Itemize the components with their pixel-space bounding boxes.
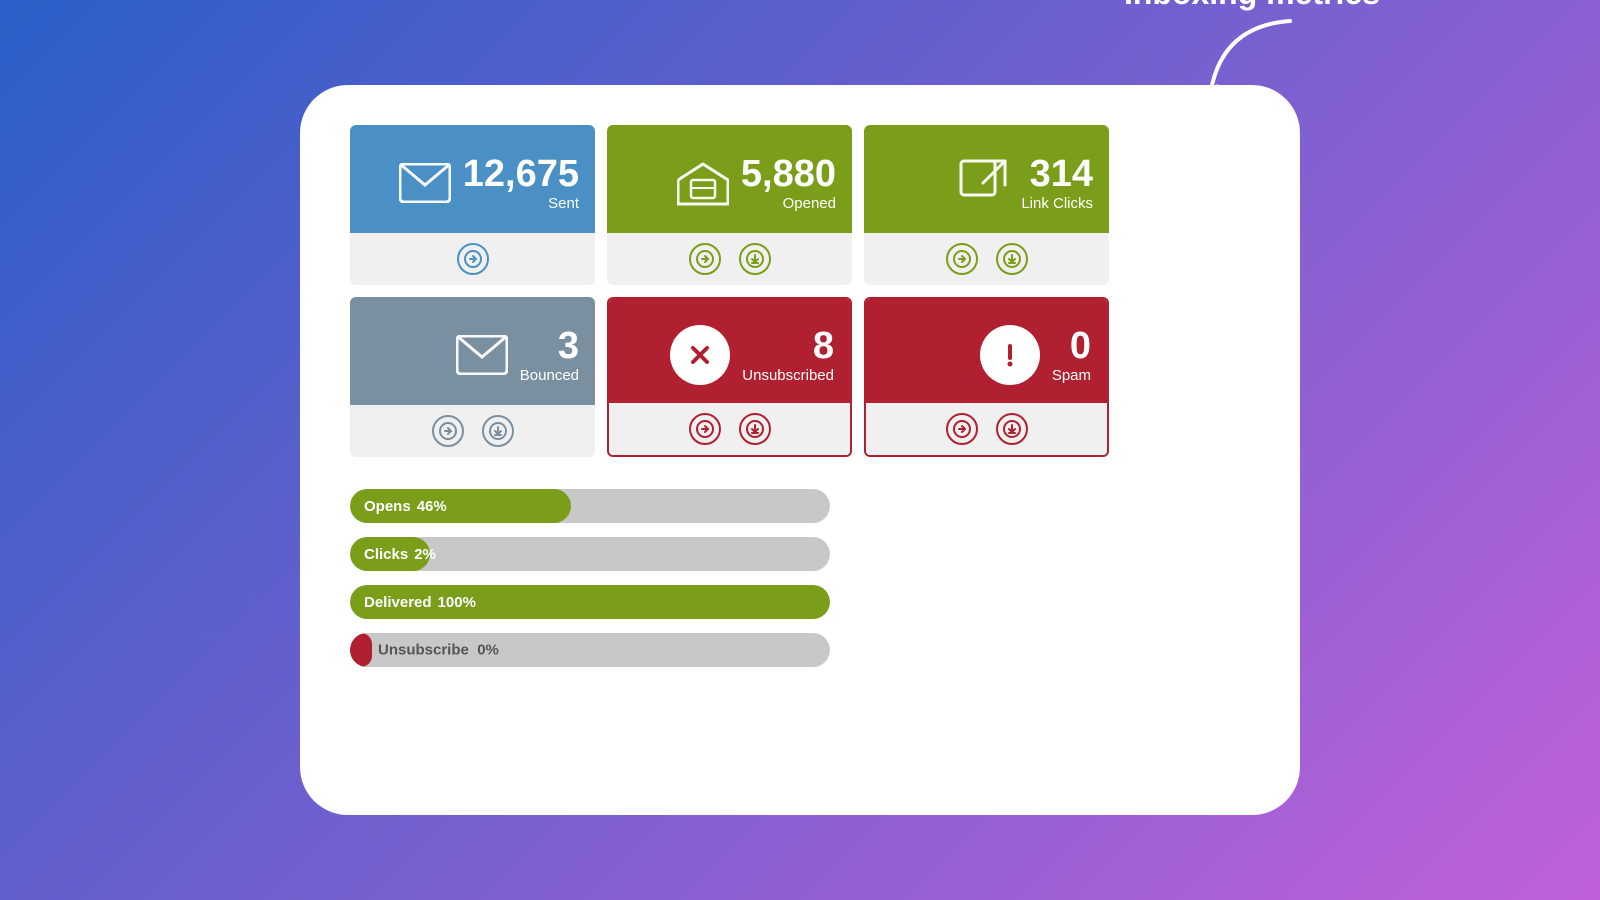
opened-actions [607,233,852,285]
unsubscribed-value: 8 [813,326,834,368]
spam-value: 0 [1070,326,1091,368]
sent-actions [350,233,595,285]
link-clicks-arrow-button[interactable] [946,243,978,275]
bounced-envelope-icon [456,335,508,375]
opened-download-button[interactable] [739,243,771,275]
delivered-label: Delivered [364,594,432,611]
progress-fill-opens: Opens 46% [350,489,571,523]
metric-top-link-clicks: 314 Link Clicks [864,125,1109,233]
metric-card-opened: 5,880 Opened [607,125,852,285]
unsubscribed-arrow-button[interactable] [689,413,721,445]
opens-percent: 46% [417,498,447,515]
opened-value-wrap: 5,880 Opened [741,154,836,213]
circle-x-icon [670,325,730,385]
progress-row-clicks: Clicks 2% [350,537,830,571]
bounced-label: Bounced [520,367,579,384]
link-clicks-actions [864,233,1109,285]
unsubscribe-text: Unsubscribe 0% [378,642,499,659]
spam-arrow-button[interactable] [946,413,978,445]
progress-row-unsubscribe: Unsubscribe 0% [350,633,830,667]
metric-top-bounced: 3 Bounced [350,297,595,405]
sent-value: 12,675 [463,154,579,196]
metric-top-unsubscribed: 8 Unsubscribed [609,299,850,403]
delivered-percent: 100% [438,594,476,611]
annotation-arrow-icon [1180,16,1300,106]
envelope-open-icon [677,160,729,206]
sent-label: Sent [548,195,579,212]
metric-card-bounced: 3 Bounced [350,297,595,457]
link-clicks-value: 314 [1030,154,1093,196]
progress-row-opens: Opens 46% [350,489,830,523]
link-clicks-label: Link Clicks [1021,195,1093,212]
sent-value-wrap: 12,675 Sent [463,154,579,213]
sent-arrow-button[interactable] [457,243,489,275]
bounced-arrow-button[interactable] [432,415,464,447]
metric-card-unsubscribed: 8 Unsubscribed [607,297,852,457]
unsubscribed-value-wrap: 8 Unsubscribed [742,326,834,385]
unsubscribed-download-button[interactable] [739,413,771,445]
progress-fill-clicks: Clicks 2% [350,537,430,571]
bounced-value-wrap: 3 Bounced [520,326,579,385]
progress-section: Opens 46% Clicks 2% Delivered 100% [350,489,830,667]
progress-fill-unsubscribe [350,633,372,667]
clicks-label: Clicks [364,546,408,563]
spam-actions [866,403,1107,455]
opened-label: Opened [783,195,836,212]
link-clicks-value-wrap: 314 Link Clicks [1021,154,1093,213]
metrics-grid: 12,675 Sent [350,125,1109,457]
progress-track-unsubscribe: Unsubscribe 0% [350,633,830,667]
progress-row-delivered: Delivered 100% [350,585,830,619]
progress-track-delivered: Delivered 100% [350,585,830,619]
annotation-group: Inboxing metrics [1124,0,1380,106]
link-icon [957,157,1009,209]
envelope-icon [399,163,451,203]
progress-track-opens: Opens 46% [350,489,830,523]
metric-card-spam: 0 Spam [864,297,1109,457]
link-clicks-download-button[interactable] [996,243,1028,275]
unsubscribed-actions [609,403,850,455]
progress-fill-delivered: Delivered 100% [350,585,830,619]
unsubscribed-label: Unsubscribed [742,367,834,384]
spam-label: Spam [1052,367,1091,384]
spam-download-button[interactable] [996,413,1028,445]
opened-value: 5,880 [741,154,836,196]
bounced-actions [350,405,595,457]
metric-card-link-clicks: 314 Link Clicks [864,125,1109,285]
metric-top-sent: 12,675 Sent [350,125,595,233]
opened-arrow-button[interactable] [689,243,721,275]
progress-track-clicks: Clicks 2% [350,537,830,571]
metric-top-spam: 0 Spam [866,299,1107,403]
clicks-percent: 2% [414,546,436,563]
bounced-value: 3 [558,326,579,368]
bounced-download-button[interactable] [482,415,514,447]
metric-card-sent: 12,675 Sent [350,125,595,285]
main-card: Inboxing metrics 12,675 Sent [300,85,1300,815]
opens-label: Opens [364,498,411,515]
exclamation-icon [980,325,1040,385]
spam-value-wrap: 0 Spam [1052,326,1091,385]
metric-top-opened: 5,880 Opened [607,125,852,233]
annotation-label: Inboxing metrics [1124,0,1380,12]
